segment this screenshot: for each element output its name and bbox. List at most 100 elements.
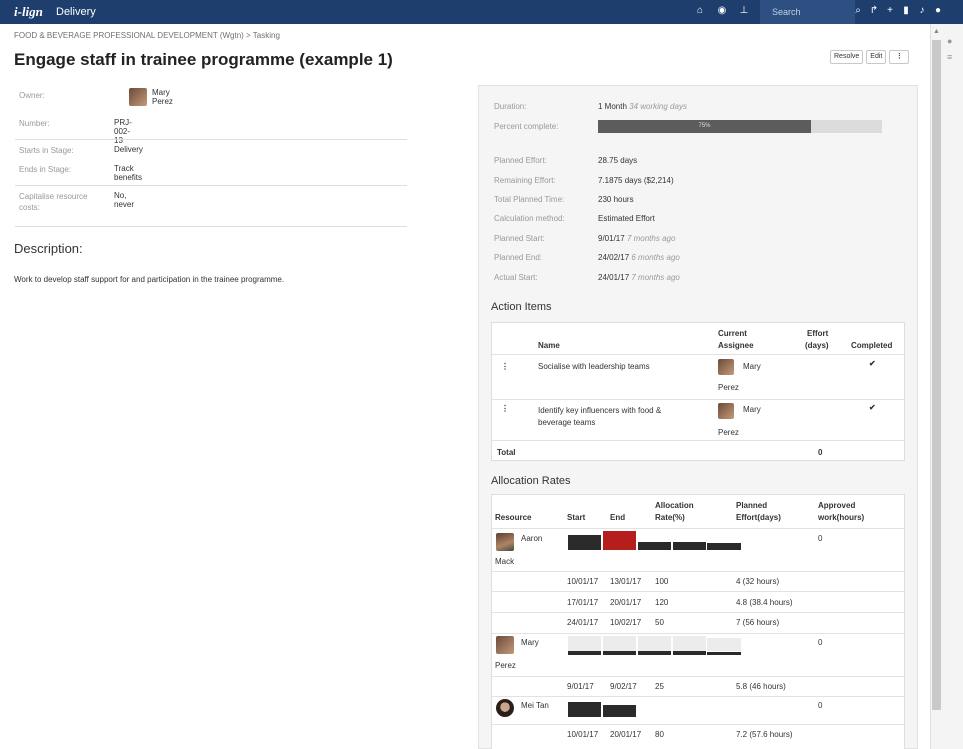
divider	[492, 528, 904, 529]
allocation-bar-segment	[707, 638, 741, 651]
alloc-start: 24/01/17	[567, 618, 599, 627]
assignee-link[interactable]: Perez	[718, 427, 739, 438]
scrollbar-thumb[interactable]	[932, 40, 941, 710]
action-item-name[interactable]: Identify key influencers with food &	[538, 405, 661, 416]
owner-link[interactable]: Mary Perez	[152, 88, 173, 106]
resource-link[interactable]: Mary	[521, 637, 539, 648]
owner-avatar	[129, 88, 147, 106]
app-logo[interactable]: i-lign	[14, 4, 43, 20]
avatar	[496, 636, 514, 654]
divider	[15, 185, 407, 186]
more-options-button[interactable]: ⋮	[889, 50, 910, 64]
col-assignee-1: Current	[718, 329, 747, 338]
capitalise-value: No, never	[114, 191, 135, 209]
resource-link[interactable]: Mei Tan	[521, 700, 549, 711]
allocation-bar-segment	[673, 636, 706, 651]
col-resource: Resource	[495, 513, 532, 522]
allocation-table: Resource Start End Allocation Rate(%) Pl…	[491, 494, 905, 749]
bookmark-icon[interactable]: ▮	[900, 5, 912, 16]
total-label: Total	[497, 448, 516, 457]
avatar	[129, 88, 147, 106]
calc-method-label: Calculation method:	[494, 214, 565, 223]
allocation-bar-segment	[603, 651, 636, 655]
hierarchy-icon[interactable]: ⊥	[738, 5, 750, 16]
actual-start-value: 24/01/17 7 months ago	[598, 273, 680, 282]
divider	[492, 571, 904, 572]
alloc-start: 10/01/17	[567, 730, 599, 739]
total-time-label: Total Planned Time:	[494, 195, 565, 204]
assignee-avatar	[718, 359, 734, 375]
allocation-title: Allocation Rates	[491, 475, 571, 487]
user-icon[interactable]: ●	[932, 5, 944, 16]
row-menu-icon[interactable]: ⋮	[501, 403, 509, 414]
divider	[492, 724, 904, 725]
capitalise-label: Capitalise resource costs:	[19, 192, 88, 212]
planned-end-label: Planned End:	[494, 253, 543, 262]
resource-link[interactable]: Perez	[495, 660, 516, 671]
avatar	[718, 359, 734, 375]
add-icon[interactable]: +	[884, 5, 896, 16]
assignee-link[interactable]: Mary	[743, 404, 761, 415]
app-name[interactable]: Delivery	[56, 6, 96, 18]
action-item-name[interactable]: Socialise with leadership teams	[538, 361, 650, 372]
search-icon[interactable]: ⌕	[852, 5, 864, 16]
duration-note: 34 working days	[629, 102, 687, 111]
alloc-end: 13/01/17	[610, 577, 642, 586]
list-icon[interactable]: ≡	[947, 52, 952, 62]
dashboard-icon[interactable]: ◉	[716, 5, 728, 16]
allocation-bar-segment	[568, 651, 601, 655]
resource-link[interactable]: Aaron	[521, 533, 542, 544]
home-icon[interactable]: ⌂	[694, 5, 706, 16]
allocation-bar-segment	[568, 535, 601, 550]
action-item-name-2[interactable]: beverage teams	[538, 417, 595, 428]
duration-label: Duration:	[494, 102, 527, 111]
assignee-link[interactable]: Mary	[743, 361, 761, 372]
divider	[492, 354, 904, 355]
notification-bell-icon[interactable]: ♪	[916, 5, 928, 16]
number-label: Number:	[19, 119, 50, 128]
resource-avatar	[496, 699, 514, 717]
divider	[15, 226, 407, 227]
col-assignee-2: Assignee	[718, 341, 754, 350]
starts-value: Delivery	[114, 145, 143, 154]
approved-value: 0	[818, 701, 823, 710]
right-rail: ▲ ● ≡	[930, 24, 963, 749]
allocation-bar-segment	[638, 651, 671, 655]
allocation-bar-segment	[707, 652, 741, 655]
remaining-effort-label: Remaining Effort:	[494, 176, 556, 185]
description-text: Work to develop staff support for and pa…	[14, 275, 285, 284]
col-planned-1: Planned	[736, 501, 768, 510]
breadcrumb[interactable]: FOOD & BEVERAGE PROFESSIONAL DEVELOPMENT…	[14, 31, 280, 40]
scroll-up-icon[interactable]: ▲	[933, 28, 940, 35]
alloc-rate: 50	[655, 618, 664, 627]
planned-end-value: 24/02/17 6 months ago	[598, 253, 680, 262]
completed-check-icon: ✔	[869, 359, 876, 368]
planned-effort-label: Planned Effort:	[494, 156, 547, 165]
search-box	[760, 0, 855, 24]
planned-start-value: 9/01/17 7 months ago	[598, 234, 675, 243]
allocation-bar-segment	[673, 542, 706, 550]
assignee-link[interactable]: Perez	[718, 382, 739, 393]
alloc-planned: 7 (56 hours)	[736, 618, 780, 627]
action-icons: ⌕ ↱ + ▮ ♪ ●	[852, 5, 944, 16]
resource-link[interactable]: Mack	[495, 556, 514, 567]
col-name: Name	[538, 341, 560, 350]
edit-button[interactable]: Edit	[866, 50, 887, 64]
allocation-bar-segment	[568, 636, 601, 651]
col-completed: Completed	[851, 341, 893, 350]
alloc-start: 10/01/17	[567, 577, 599, 586]
planned-end-note: 6 months ago	[631, 253, 680, 262]
progress-bar: 75%	[598, 120, 882, 133]
share-icon[interactable]: ↱	[868, 5, 880, 16]
top-navigation-bar: i-lign Delivery ⌂ ◉ ⊥ ⌕ ↱ + ▮ ♪ ●	[0, 0, 963, 24]
resolve-button[interactable]: Resolve	[830, 50, 864, 64]
comment-icon[interactable]: ●	[947, 36, 952, 46]
col-start: Start	[567, 513, 586, 522]
divider	[492, 591, 904, 592]
allocation-bar-segment	[603, 705, 636, 717]
progress-fill: 75%	[598, 120, 811, 133]
search-input[interactable]	[772, 4, 842, 20]
starts-label: Starts in Stage:	[19, 146, 74, 155]
owner-label: Owner:	[19, 91, 45, 100]
row-menu-icon[interactable]: ⋮	[501, 361, 509, 372]
